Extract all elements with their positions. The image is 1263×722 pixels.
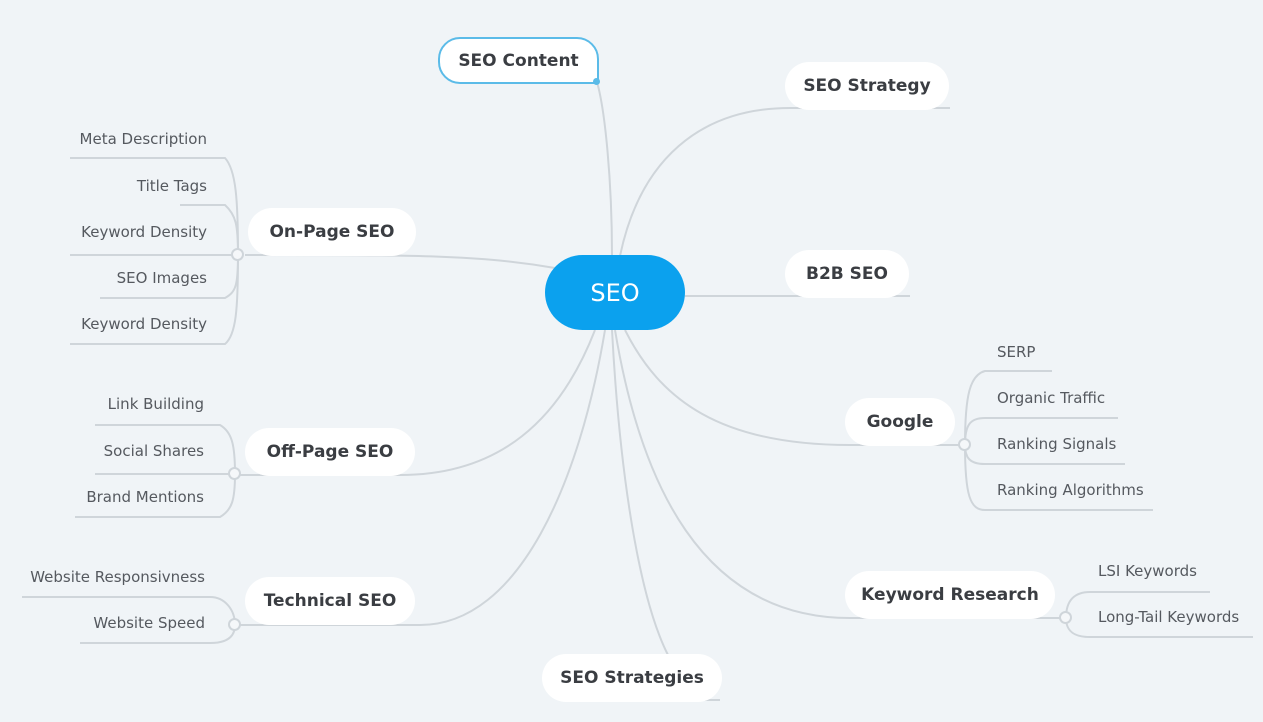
collapse-toggle-keyword-research[interactable] — [1059, 611, 1072, 624]
connector-seo-strategy — [619, 107, 950, 257]
topic-seo-strategy[interactable]: SEO Strategy — [785, 62, 949, 110]
collapse-toggle-google[interactable] — [958, 438, 971, 451]
topic-off-page-seo[interactable]: Off-Page SEO — [245, 428, 415, 476]
topic-on-page-seo[interactable]: On-Page SEO — [248, 208, 416, 256]
subtopic-ranking-signals[interactable]: Ranking Signals — [997, 435, 1116, 453]
subtopic-website-speed[interactable]: Website Speed — [93, 614, 205, 632]
subtopic-serp[interactable]: SERP — [997, 343, 1035, 361]
subtopic-social-shares[interactable]: Social Shares — [104, 442, 204, 460]
subtopic-ranking-algorithms[interactable]: Ranking Algorithms — [997, 481, 1144, 499]
subtopic-title-tags[interactable]: Title Tags — [137, 177, 207, 195]
subtopic-lsi-keywords[interactable]: LSI Keywords — [1098, 562, 1197, 580]
collapse-toggle-technical[interactable] — [228, 618, 241, 631]
root-topic-seo[interactable]: SEO — [545, 255, 685, 330]
collapse-toggle-off-page[interactable] — [228, 467, 241, 480]
topic-google[interactable]: Google — [845, 398, 955, 446]
selection-handle[interactable] — [593, 78, 600, 85]
subtopic-website-responsivness[interactable]: Website Responsivness — [30, 568, 205, 586]
connector-line — [964, 370, 1052, 446]
subtopic-organic-traffic[interactable]: Organic Traffic — [997, 389, 1105, 407]
topic-seo-content[interactable]: SEO Content — [438, 37, 599, 84]
subtopic-link-building[interactable]: Link Building — [108, 395, 204, 413]
connector-seo-content — [596, 81, 613, 257]
subtopic-keyword-density[interactable]: Keyword Density — [81, 223, 207, 241]
collapse-toggle-on-page[interactable] — [231, 248, 244, 261]
subtopic-seo-images[interactable]: SEO Images — [117, 269, 207, 287]
connector-seo-strategies — [611, 329, 669, 656]
topic-seo-strategies[interactable]: SEO Strategies — [542, 654, 722, 702]
connector-on-page — [244, 254, 556, 269]
connector-line — [964, 444, 1153, 511]
topic-keyword-research[interactable]: Keyword Research — [845, 571, 1055, 619]
topic-b2b-seo[interactable]: B2B SEO — [785, 250, 909, 298]
subtopic-meta-description[interactable]: Meta Description — [80, 130, 207, 148]
subtopic-keyword-density-2[interactable]: Keyword Density — [81, 315, 207, 333]
subtopic-brand-mentions[interactable]: Brand Mentions — [86, 488, 204, 506]
topic-technical-seo[interactable]: Technical SEO — [245, 577, 415, 625]
subtopic-long-tail-keywords[interactable]: Long-Tail Keywords — [1098, 608, 1239, 626]
